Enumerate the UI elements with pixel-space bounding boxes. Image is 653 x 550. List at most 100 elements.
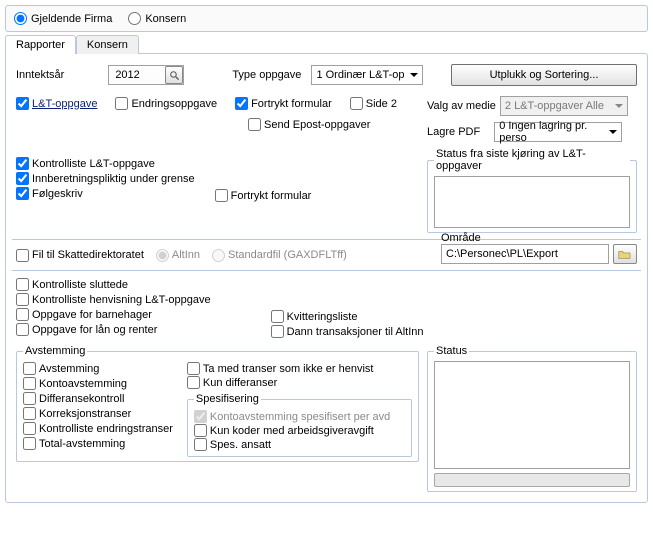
chk-kun-differanser[interactable]: Kun differanser bbox=[187, 376, 412, 389]
chk-kontrolliste-sluttede-input[interactable] bbox=[16, 278, 29, 291]
radio-current-company-label: Gjeldende Firma bbox=[31, 13, 112, 25]
radio-standardfil[interactable]: Standardfil (GAXDFLTff) bbox=[212, 249, 347, 262]
chk-endringsoppgave-input[interactable] bbox=[115, 97, 128, 110]
save-pdf-value: 0 Ingen lagring pr. perso bbox=[499, 120, 609, 144]
chk-fortrykt-formular[interactable]: Fortrykt formular bbox=[235, 97, 332, 110]
chk-lt-oppgave[interactable]: L&T-oppgave bbox=[16, 97, 97, 110]
chk-oppgave-laan-input[interactable] bbox=[16, 323, 29, 336]
chk-oppgave-barnehager-input[interactable] bbox=[16, 308, 29, 321]
progress-bar bbox=[434, 473, 630, 487]
chk-side2-input[interactable] bbox=[350, 97, 363, 110]
chk-kontrolliste-lt[interactable]: Kontrolliste L&T-oppgave bbox=[16, 157, 195, 170]
chk-ta-med-transer[interactable]: Ta med transer som ikke er henvist bbox=[187, 362, 412, 375]
status-box[interactable] bbox=[434, 361, 630, 469]
chk-differansekontroll-input[interactable] bbox=[23, 392, 36, 405]
chk-avstemming-label: Avstemming bbox=[39, 363, 99, 375]
media-combo[interactable]: 2 L&T-oppgaver Alle bbox=[500, 96, 628, 116]
tab-reports[interactable]: Rapporter bbox=[5, 35, 76, 54]
chk-fil-til-skatt[interactable]: Fil til Skattedirektoratet bbox=[16, 249, 144, 262]
chk-send-epost[interactable]: Send Epost-oppgaver bbox=[248, 118, 370, 131]
chk-side2[interactable]: Side 2 bbox=[350, 97, 397, 110]
chk-total-avstemming-input[interactable] bbox=[23, 437, 36, 450]
chk-kontrolliste-lt-input[interactable] bbox=[16, 157, 29, 170]
chk-korreksjonstranser-input[interactable] bbox=[23, 407, 36, 420]
chk-avstemming[interactable]: Avstemming bbox=[23, 362, 173, 375]
radio-group[interactable]: Konsern bbox=[128, 12, 186, 25]
income-year-lookup-button[interactable] bbox=[165, 66, 183, 84]
chk-fortrykt-formular-input[interactable] bbox=[235, 97, 248, 110]
chk-korreksjonstranser[interactable]: Korreksjonstranser bbox=[23, 407, 173, 420]
chk-kontrolliste-endring[interactable]: Kontrolliste endringstranser bbox=[23, 422, 173, 435]
chk-kontrolliste-henvisning-input[interactable] bbox=[16, 293, 29, 306]
last-run-status-box[interactable] bbox=[434, 176, 630, 228]
radio-standardfil-input[interactable] bbox=[212, 249, 225, 262]
chk-dann-altinn-input[interactable] bbox=[271, 325, 284, 338]
chk-send-epost-input[interactable] bbox=[248, 118, 261, 131]
chk-ta-med-transer-input[interactable] bbox=[187, 362, 200, 375]
chk-total-avstemming-label: Total-avstemming bbox=[39, 438, 125, 450]
chk-spes-avd[interactable]: Kontoavstemming spesifisert per avd bbox=[194, 410, 405, 423]
chk-kvitteringsliste-label: Kvitteringsliste bbox=[287, 311, 358, 323]
chk-spes-ansatt-input[interactable] bbox=[194, 438, 207, 451]
radio-standardfil-label: Standardfil (GAXDFLTff) bbox=[228, 249, 347, 261]
chk-folgeskriv-input[interactable] bbox=[16, 187, 29, 200]
radio-altinn[interactable]: AltInn bbox=[156, 249, 200, 262]
chevron-down-icon bbox=[615, 104, 623, 108]
radio-current-company[interactable]: Gjeldende Firma bbox=[14, 12, 112, 25]
radio-current-company-input[interactable] bbox=[14, 12, 27, 25]
chk-kun-differanser-input[interactable] bbox=[187, 376, 200, 389]
chk-endringsoppgave[interactable]: Endringsoppgave bbox=[115, 97, 217, 110]
chk-side2-label: Side 2 bbox=[366, 98, 397, 110]
tab-group[interactable]: Konsern bbox=[76, 35, 139, 54]
chk-kontoavstemming-input[interactable] bbox=[23, 377, 36, 390]
status-group: Status bbox=[427, 345, 637, 492]
chk-fortrykt-formular-2[interactable]: Fortrykt formular bbox=[215, 189, 312, 202]
divider bbox=[12, 270, 641, 271]
chk-kontrolliste-henvisning[interactable]: Kontrolliste henvisning L&T-oppgave bbox=[16, 293, 211, 306]
area-path-value: C:\Personec\PL\Export bbox=[446, 248, 558, 260]
area-browse-button[interactable] bbox=[613, 244, 637, 264]
chk-dann-altinn[interactable]: Dann transaksjoner til AltInn bbox=[271, 325, 424, 338]
chk-kontoavstemming[interactable]: Kontoavstemming bbox=[23, 377, 173, 390]
chk-differansekontroll-label: Differansekontroll bbox=[39, 393, 124, 405]
chk-kontrolliste-endring-input[interactable] bbox=[23, 422, 36, 435]
radio-group-input[interactable] bbox=[128, 12, 141, 25]
chk-innberetning-label: Innberetningspliktig under grense bbox=[32, 173, 195, 185]
chk-lt-oppgave-input[interactable] bbox=[16, 97, 29, 110]
select-sort-button[interactable]: Utplukk og Sortering... bbox=[451, 64, 637, 86]
chk-avstemming-input[interactable] bbox=[23, 362, 36, 375]
save-pdf-combo[interactable]: 0 Ingen lagring pr. perso bbox=[494, 122, 622, 142]
chk-lt-oppgave-label: L&T-oppgave bbox=[32, 98, 97, 110]
spesifisering-group: Spesifisering Kontoavstemming spesifiser… bbox=[187, 393, 412, 457]
chk-oppgave-barnehager[interactable]: Oppgave for barnehager bbox=[16, 308, 211, 321]
chk-kvitteringsliste-input[interactable] bbox=[271, 310, 284, 323]
area-path-field[interactable]: C:\Personec\PL\Export bbox=[441, 244, 609, 264]
chk-fortrykt-formular-2-input[interactable] bbox=[215, 189, 228, 202]
chk-differansekontroll[interactable]: Differansekontroll bbox=[23, 392, 173, 405]
spesifisering-legend: Spesifisering bbox=[194, 393, 261, 405]
chevron-down-icon bbox=[410, 73, 418, 77]
chk-innberetning[interactable]: Innberetningspliktig under grense bbox=[16, 172, 195, 185]
chevron-down-icon bbox=[609, 130, 617, 134]
chk-innberetning-input[interactable] bbox=[16, 172, 29, 185]
chk-spes-avd-label: Kontoavstemming spesifisert per avd bbox=[210, 411, 390, 423]
chk-folgeskriv[interactable]: Følgeskriv bbox=[16, 187, 195, 200]
chk-oppgave-barnehager-label: Oppgave for barnehager bbox=[32, 309, 152, 321]
chk-spes-ansatt[interactable]: Spes. ansatt bbox=[194, 438, 405, 451]
task-type-combo[interactable]: 1 Ordinær L&T-op bbox=[311, 65, 423, 85]
chk-endringsoppgave-label: Endringsoppgave bbox=[131, 98, 217, 110]
chk-ta-med-transer-label: Ta med transer som ikke er henvist bbox=[203, 363, 374, 375]
area-label: Område bbox=[441, 232, 637, 244]
chk-spes-arbavg[interactable]: Kun koder med arbeidsgiveravgift bbox=[194, 424, 405, 437]
chk-kontrolliste-sluttede[interactable]: Kontrolliste sluttede bbox=[16, 278, 211, 291]
chk-kvitteringsliste[interactable]: Kvitteringsliste bbox=[271, 310, 424, 323]
income-year-label: Inntektsår bbox=[16, 69, 64, 81]
chk-spes-arbavg-input[interactable] bbox=[194, 424, 207, 437]
chk-total-avstemming[interactable]: Total-avstemming bbox=[23, 437, 173, 450]
chk-spes-avd-input[interactable] bbox=[194, 410, 207, 423]
chk-oppgave-laan[interactable]: Oppgave for lån og renter bbox=[16, 323, 211, 336]
tab-row: Rapporter Konsern bbox=[5, 35, 648, 54]
chk-fortrykt-formular-2-label: Fortrykt formular bbox=[231, 190, 312, 202]
radio-altinn-input[interactable] bbox=[156, 249, 169, 262]
chk-fil-til-skatt-input[interactable] bbox=[16, 249, 29, 262]
